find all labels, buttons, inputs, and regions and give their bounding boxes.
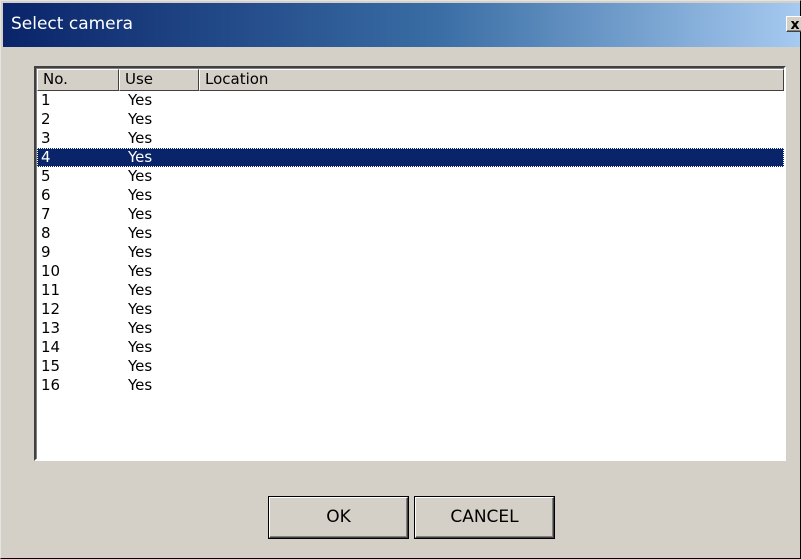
cell-no: 9 (41, 243, 51, 261)
table-row[interactable]: 11 Yes (37, 281, 784, 300)
cell-no: 6 (41, 186, 51, 204)
table-row[interactable]: 3 Yes (37, 129, 784, 148)
table-row[interactable]: 12 Yes (37, 300, 784, 319)
select-camera-dialog: Select camera x No. Use Location 1 Yes 2 Ye… (0, 0, 801, 559)
table-row[interactable]: 7 Yes (37, 205, 784, 224)
camera-list[interactable]: No. Use Location 1 Yes 2 Yes 3 Yes 4 Yes 5 Yes 6 Ye… (34, 66, 786, 461)
column-header-location[interactable]: Location (199, 69, 784, 91)
cell-use: Yes (128, 357, 153, 375)
column-header-no[interactable]: No. (37, 69, 119, 91)
table-row[interactable]: 16 Yes (37, 376, 784, 395)
cell-no: 3 (41, 129, 51, 147)
cell-no: 11 (41, 281, 61, 299)
column-header-use[interactable]: Use (119, 69, 199, 91)
table-row[interactable]: 4 Yes (37, 148, 784, 167)
close-icon: x (790, 17, 800, 33)
table-row[interactable]: 2 Yes (37, 110, 784, 129)
cell-use: Yes (128, 300, 153, 318)
cell-no: 16 (41, 376, 61, 394)
cell-use: Yes (128, 186, 153, 204)
table-row[interactable]: 9 Yes (37, 243, 784, 262)
table-row[interactable]: 13 Yes (37, 319, 784, 338)
cell-no: 14 (41, 338, 61, 356)
list-header: No. Use Location (37, 69, 784, 91)
table-row[interactable]: 8 Yes (37, 224, 784, 243)
window-title: Select camera (11, 14, 134, 34)
cell-use: Yes (128, 148, 153, 166)
cell-no: 10 (41, 262, 61, 280)
cell-use: Yes (128, 243, 153, 261)
cell-use: Yes (128, 224, 153, 242)
cell-use: Yes (128, 319, 153, 337)
cell-no: 12 (41, 300, 61, 318)
close-button[interactable]: x (786, 16, 801, 33)
table-row[interactable]: 15 Yes (37, 357, 784, 376)
cell-no: 4 (41, 148, 51, 166)
cell-use: Yes (128, 167, 153, 185)
cell-use: Yes (128, 281, 153, 299)
cell-use: Yes (128, 110, 153, 128)
table-row[interactable]: 14 Yes (37, 338, 784, 357)
cell-no: 8 (41, 224, 51, 242)
cell-use: Yes (128, 91, 153, 109)
cancel-button[interactable]: CANCEL (415, 497, 554, 538)
table-row[interactable]: 6 Yes (37, 186, 784, 205)
title-bar[interactable]: Select camera (3, 3, 800, 47)
ok-button[interactable]: OK (269, 497, 408, 538)
cell-use: Yes (128, 129, 153, 147)
cell-no: 1 (41, 91, 51, 109)
list-rows: 1 Yes 2 Yes 3 Yes 4 Yes 5 Yes 6 Yes 7 Yes 8 Yes 9 Yes 10 Ye… (37, 91, 784, 395)
table-row[interactable]: 5 Yes (37, 167, 784, 186)
table-row[interactable]: 10 Yes (37, 262, 784, 281)
cell-no: 2 (41, 110, 51, 128)
cell-no: 5 (41, 167, 51, 185)
cell-no: 13 (41, 319, 61, 337)
cell-use: Yes (128, 338, 153, 356)
cell-no: 7 (41, 205, 51, 223)
cell-no: 15 (41, 357, 61, 375)
cell-use: Yes (128, 376, 153, 394)
table-row[interactable]: 1 Yes (37, 91, 784, 110)
cell-use: Yes (128, 262, 153, 280)
cell-use: Yes (128, 205, 153, 223)
